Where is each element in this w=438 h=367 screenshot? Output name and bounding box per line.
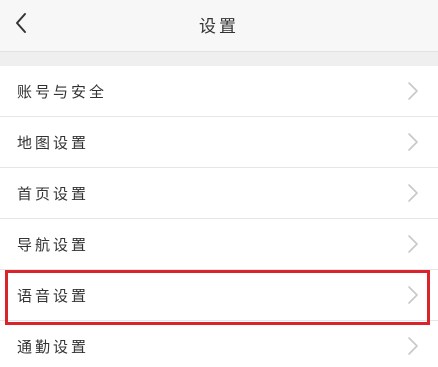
- page-title: 设置: [199, 17, 239, 37]
- chevron-right-icon: [408, 235, 418, 253]
- settings-item-label: 通勤设置: [17, 338, 90, 356]
- settings-item-account-security[interactable]: 账号与安全: [0, 66, 438, 117]
- settings-item-homepage[interactable]: 首页设置: [0, 168, 438, 219]
- settings-item-label: 地图设置: [17, 134, 90, 152]
- settings-item-label: 语音设置: [17, 287, 90, 305]
- settings-item-voice[interactable]: 语音设置: [0, 270, 438, 321]
- chevron-right-icon: [408, 133, 418, 151]
- settings-item-label: 首页设置: [17, 185, 90, 203]
- chevron-right-icon: [408, 337, 418, 355]
- settings-item-label: 导航设置: [17, 236, 90, 254]
- chevron-right-icon: [408, 184, 418, 202]
- chevron-right-icon: [408, 82, 418, 100]
- settings-list: 账号与安全 地图设置 首页设置 导航设置 语音设置 通勤设置: [0, 66, 438, 367]
- chevron-right-icon: [408, 286, 418, 304]
- top-bar: 设置: [0, 0, 438, 52]
- section-gap: [0, 52, 438, 66]
- settings-item-commute[interactable]: 通勤设置: [0, 321, 438, 367]
- settings-item-label: 账号与安全: [17, 83, 108, 101]
- settings-item-navigation[interactable]: 导航设置: [0, 219, 438, 270]
- settings-item-map[interactable]: 地图设置: [0, 117, 438, 168]
- settings-screen: 设置 账号与安全 地图设置 首页设置 导航设置 语音设置 通勤设置: [0, 0, 438, 367]
